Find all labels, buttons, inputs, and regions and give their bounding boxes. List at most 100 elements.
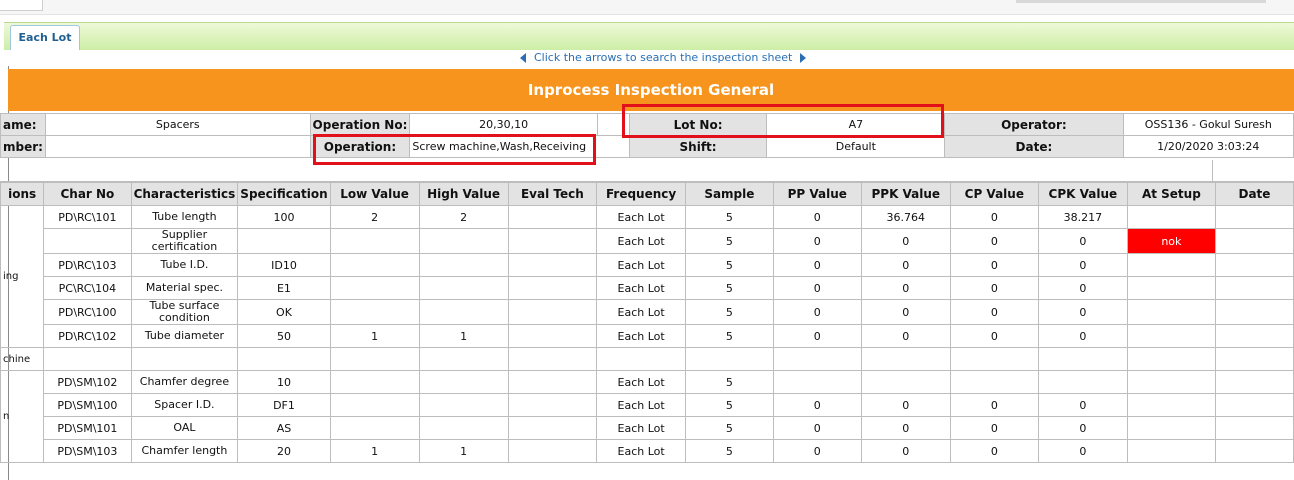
cell-cp: 0 (949, 393, 1039, 417)
tab-each-lot[interactable]: Each Lot (10, 25, 80, 50)
cell-date[interactable] (1214, 299, 1294, 325)
cell-pp: 0 (772, 228, 862, 254)
cell-char-no: PC\RC\104 (43, 276, 132, 300)
cell-setup[interactable] (1126, 439, 1216, 463)
cell-sample: 5 (685, 228, 774, 254)
cell-pp: 0 (772, 439, 862, 463)
table-row[interactable]: PC\RC\104 Material spec. E1 Each Lot 5 0 0 0 0 (1, 276, 1294, 300)
cell-date[interactable] (1214, 370, 1294, 394)
cell-setup[interactable]: nok (1126, 228, 1216, 254)
part-number-label: mber: (0, 135, 46, 158)
column-header: Frequency (596, 182, 687, 206)
cell-high (418, 228, 509, 254)
table-row[interactable]: PD\RC\102 Tube diameter 50 1 1 Each Lot 5 0 0 0 0 (1, 324, 1294, 348)
cell-setup[interactable] (1126, 370, 1216, 394)
cell-high (418, 253, 509, 277)
cell-spec (237, 228, 331, 254)
arrow-right-icon[interactable] (800, 53, 807, 63)
cell-low: 1 (329, 324, 420, 348)
cell-char: Material spec. (130, 276, 239, 300)
cell-spec: 10 (237, 370, 331, 394)
part-number-value (44, 135, 311, 158)
cell-ppk: 0 (860, 299, 951, 325)
cell-ppk: 0 (860, 253, 951, 277)
cell-date[interactable] (1214, 276, 1294, 300)
cell-low (329, 276, 420, 300)
cell-char-no: PD\SM\101 (43, 416, 132, 440)
cell-date[interactable] (1214, 439, 1294, 463)
cell-setup[interactable] (1126, 393, 1216, 417)
cell-pp: 0 (772, 276, 862, 300)
cell-ppk: 0 (860, 416, 951, 440)
section-spacer (0, 160, 1294, 182)
cell-date[interactable] (1214, 253, 1294, 277)
operation-highlight (313, 134, 596, 165)
operation-no-value: 20,30,10 (409, 113, 598, 136)
cell-char-no: PD\SM\100 (43, 393, 132, 417)
cell-date[interactable] (1214, 205, 1294, 229)
cell-cp: 0 (949, 324, 1039, 348)
cell-char-no: PD\RC\102 (43, 324, 132, 348)
cell-sample: 5 (685, 370, 774, 394)
cell-freq: Each Lot (596, 253, 687, 277)
table-row[interactable]: n PD\SM\102 Chamfer degree 10 Each Lot 5 (0, 370, 1294, 463)
cell-spec: 50 (237, 324, 331, 348)
part-name-label: ame: (0, 113, 46, 136)
cell-pp: 0 (772, 324, 862, 348)
table-row[interactable]: PD\RC\103 Tube I.D. ID10 Each Lot 5 0 0 0 0 (1, 253, 1294, 277)
cell-cpk: 0 (1037, 253, 1128, 277)
cell-high: 1 (418, 324, 509, 348)
cell-sample: 5 (685, 439, 774, 463)
cell-cp: 0 (949, 228, 1039, 254)
cell-date[interactable] (1214, 393, 1294, 417)
cell-cp: 0 (949, 253, 1039, 277)
cell-spec: 100 (237, 205, 331, 229)
cell-spec: ID10 (237, 253, 331, 277)
table-row[interactable]: PD\SM\101 OAL AS Each Lot 5 0 0 0 0 (1, 416, 1294, 440)
screw-machine-group: n PD\SM\102 Chamfer degree 10 Each Lot 5 PD\SM… (0, 370, 1294, 463)
group-label-screw-machine: chine (0, 347, 45, 371)
cell-high (418, 370, 509, 394)
part-name-value: Spacers (44, 113, 311, 136)
table-row[interactable]: PD\SM\100 Spacer I.D. DF1 Each Lot 5 0 0 0 0 (1, 393, 1294, 417)
cell-sample: 5 (685, 253, 774, 277)
cell-cp: 0 (949, 416, 1039, 440)
cell-ppk: 0 (860, 324, 951, 348)
cell-spec: AS (237, 416, 331, 440)
cell-setup[interactable] (1126, 299, 1216, 325)
cell-sample: 5 (685, 324, 774, 348)
cell-high (418, 299, 509, 325)
cell-freq: Each Lot (596, 393, 687, 417)
cell-setup[interactable] (1126, 324, 1216, 348)
shift-value: Default (766, 135, 946, 158)
cell-cp: 0 (949, 299, 1039, 325)
screw-machine-group-header: chine (0, 347, 1294, 371)
cell-setup[interactable] (1126, 416, 1216, 440)
cell-freq: Each Lot (596, 370, 687, 394)
cell-low (329, 393, 420, 417)
cell-low (329, 370, 420, 394)
column-header: Low Value (329, 182, 420, 206)
cell-freq: Each Lot (596, 228, 687, 254)
cell-sample: 5 (685, 276, 774, 300)
table-row[interactable]: PD\SM\103 Chamfer length 20 1 1 Each Lot 5 0 0 0 0 (1, 439, 1294, 463)
arrow-left-icon[interactable] (520, 53, 526, 63)
cell-date[interactable] (1214, 416, 1294, 440)
cell-date[interactable] (1214, 228, 1294, 254)
cell-cpk (1037, 370, 1128, 394)
cell-char: Spacer I.D. (130, 393, 239, 417)
table-row[interactable]: ing PD\RC\101 Tube length 100 2 2 Each Lot 5 0 36… (0, 205, 1294, 348)
cell-ppk: 36.764 (860, 205, 951, 229)
cell-cpk: 0 (1037, 324, 1128, 348)
cell-high (418, 276, 509, 300)
cell-setup[interactable] (1126, 276, 1216, 300)
cell-ppk (860, 370, 951, 394)
date-value: 1/20/2020 3:03:24 (1122, 135, 1294, 158)
cell-pp: 0 (772, 205, 862, 229)
cell-high: 2 (418, 205, 509, 229)
cell-date[interactable] (1214, 324, 1294, 348)
cell-setup[interactable] (1126, 205, 1216, 229)
cell-setup[interactable] (1126, 253, 1216, 277)
table-row[interactable]: PD\RC\100 Tube surface condition OK Each Lo… (1, 299, 1294, 325)
table-row[interactable]: Supplier certification Each Lot 5 0 0 0 0 nok (1, 228, 1294, 254)
